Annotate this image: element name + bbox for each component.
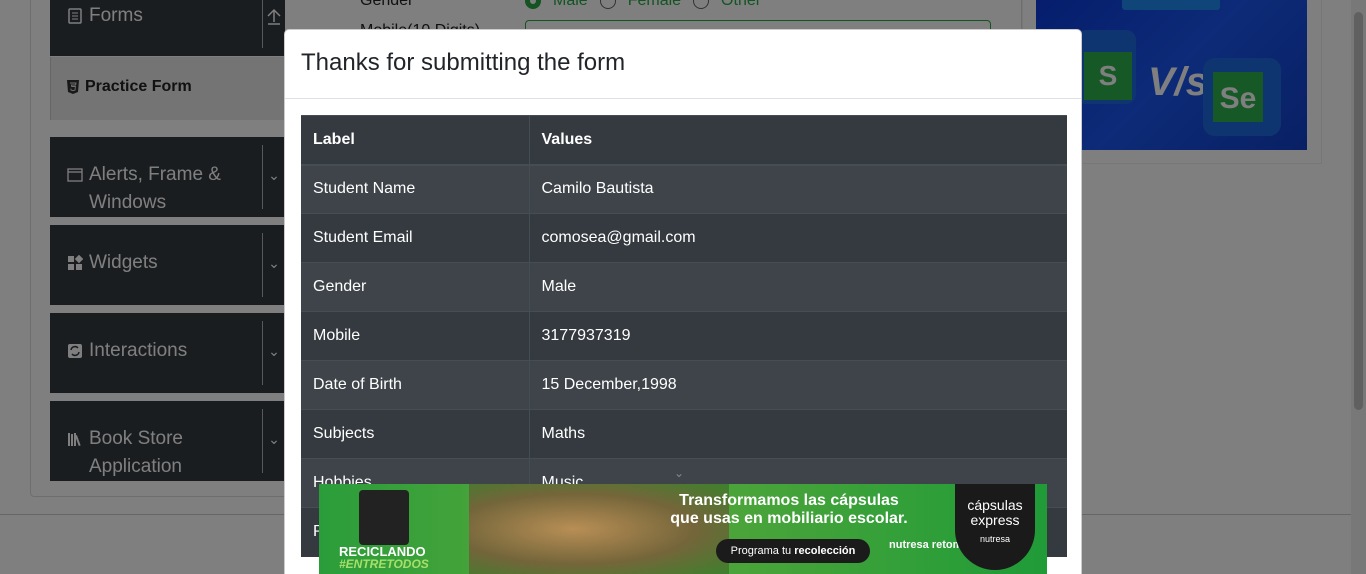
row-value: 15 December,1998 (529, 360, 1067, 410)
table-row: Date of Birth 15 December,1998 (301, 360, 1067, 410)
modal-header: Thanks for submitting the form (285, 30, 1081, 99)
table-row: Student Name Camilo Bautista (301, 164, 1067, 214)
ad-headline-line2: que usas en mobiliario escolar. (670, 510, 908, 527)
table-row: Gender Male (301, 262, 1067, 312)
row-value: 3177937319 (529, 311, 1067, 361)
ad-tagline: RECICLANDO #ENTRETODOS (339, 545, 429, 571)
table-row: Subjects Maths (301, 409, 1067, 459)
ad-brand-sub: nutresa (979, 534, 1011, 544)
row-label: Date of Birth (301, 360, 530, 410)
row-label: Gender (301, 262, 530, 312)
ad-cta-bold: recolección (794, 545, 856, 557)
table-row: Student Email comosea@gmail.com (301, 213, 1067, 263)
table-header-row: Label Values (301, 115, 1067, 166)
row-label: Student Name (301, 164, 530, 214)
row-value: Male (529, 262, 1067, 312)
row-value: Camilo Bautista (529, 164, 1067, 214)
ad-cta-button[interactable]: Programa tu recolección (716, 539, 870, 563)
row-value: comosea@gmail.com (529, 213, 1067, 263)
advertisement-banner[interactable]: RECICLANDO #ENTRETODOS Transformamos las… (319, 484, 1047, 574)
ad-cta-prefix: Programa tu (730, 545, 795, 557)
ad-tagline-line2: #ENTRETODOS (339, 557, 429, 571)
table-row: Mobile 3177937319 (301, 311, 1067, 361)
row-label: Student Email (301, 213, 530, 263)
coffee-machine-icon (359, 490, 409, 545)
ad-brand-logo: cápsulas express nutresa (955, 484, 1035, 570)
row-label: Mobile (301, 311, 530, 361)
column-header-label: Label (301, 115, 530, 166)
ad-headline-line1: Transformamos las cápsulas (679, 492, 899, 509)
row-label: Subjects (301, 409, 530, 459)
ad-headline: Transformamos las cápsulas que usas en m… (659, 492, 919, 528)
column-header-values: Values (529, 115, 1067, 166)
ad-collapse-chevron-icon[interactable]: ⌄ (674, 466, 684, 480)
ad-brand-line1: cápsulas (967, 497, 1023, 513)
ad-brand-line2: express (970, 512, 1020, 528)
row-value: Maths (529, 409, 1067, 459)
modal-title: Thanks for submitting the form (301, 49, 626, 76)
